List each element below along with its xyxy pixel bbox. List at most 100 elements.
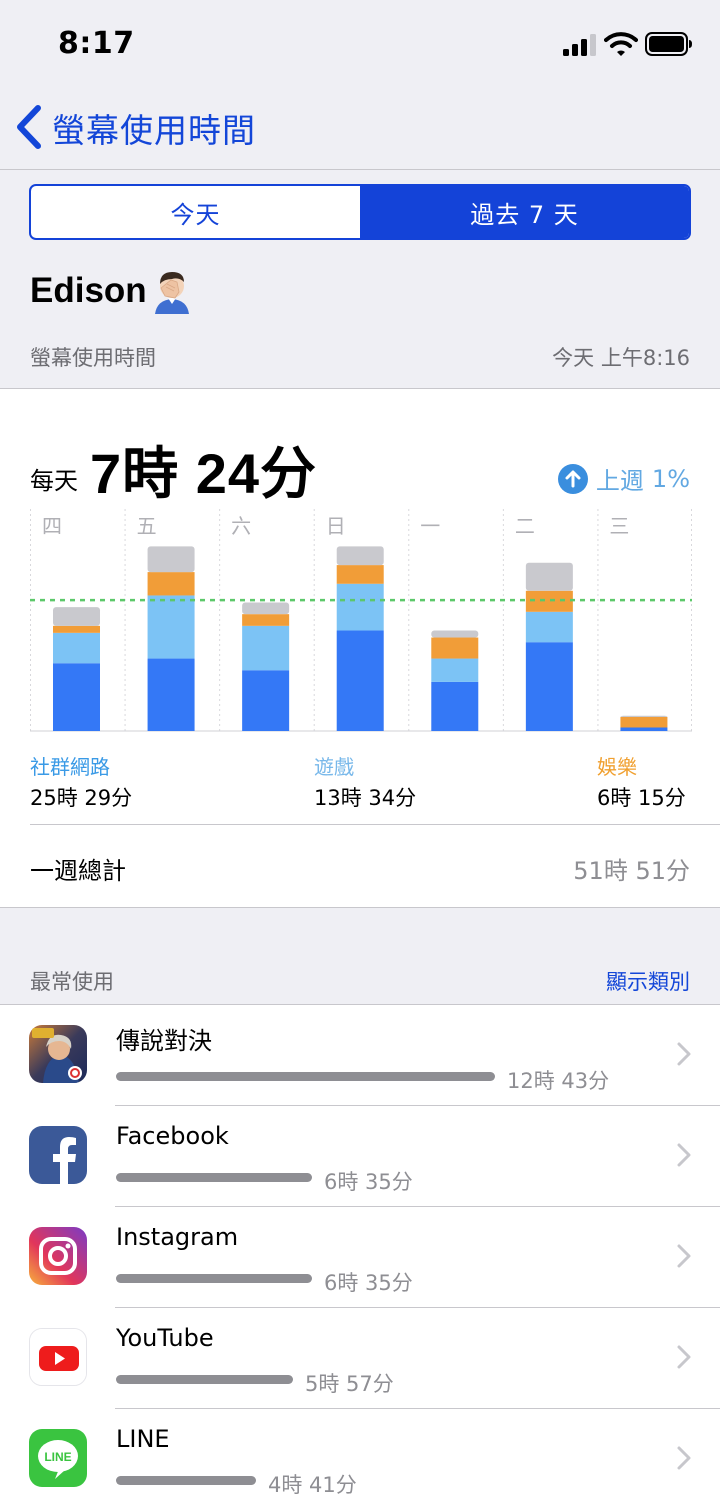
daily-usage-chart: 四五六日一二三 xyxy=(30,509,692,732)
bar-segment xyxy=(147,595,195,659)
battery-icon xyxy=(645,32,692,56)
bar-segment xyxy=(620,716,668,728)
app-name: Instagram xyxy=(116,1223,239,1251)
bar-segment xyxy=(147,572,195,596)
category-name: 社群網路 xyxy=(30,755,110,779)
chevron-right-icon xyxy=(677,1244,691,1268)
app-name: 傳說對決 xyxy=(116,1027,212,1055)
show-categories-button[interactable]: 顯示類別 xyxy=(606,966,690,996)
usage-time: 6時 35分 xyxy=(324,1271,413,1295)
usage-time: 4時 41分 xyxy=(268,1473,357,1497)
youtube-icon xyxy=(29,1328,87,1386)
usage-time: 6時 35分 xyxy=(324,1170,413,1194)
usage-bar xyxy=(116,1072,495,1081)
bar-segment xyxy=(53,625,100,633)
usage-bar xyxy=(116,1274,312,1283)
svg-text:LINE: LINE xyxy=(44,1450,71,1464)
most-used-app-list: 傳說對決 12時 43分 Facebook 6時 35分 Instagram 6… xyxy=(0,1004,720,1511)
line-icon: LINE xyxy=(29,1429,87,1487)
day-label: 一 xyxy=(420,514,440,538)
arena-of-valor-icon xyxy=(29,1025,87,1083)
usage-bar xyxy=(116,1173,312,1182)
usage-bar xyxy=(116,1375,293,1384)
usage-time: 5時 57分 xyxy=(305,1372,394,1396)
user-name: Edison xyxy=(30,271,147,310)
day-label: 五 xyxy=(137,514,157,538)
category-time: 6時 15分 xyxy=(597,786,686,810)
section-header-screen-time: 螢幕使用時間 xyxy=(30,346,156,370)
usage-bar xyxy=(116,1476,256,1485)
trend-percent: 1% xyxy=(651,464,690,493)
usage-summary-card[interactable]: 每天 7時 24分 上週 1% 四 五 六 日 一 二 三 社群網路 25時 29分 遊戲 … xyxy=(0,388,720,908)
day-label: 日 xyxy=(326,514,346,538)
bar-segment xyxy=(620,715,668,717)
facebook-icon xyxy=(29,1126,87,1184)
facepalm-emoji-avatar xyxy=(154,272,189,314)
period-segmented-control: 今天 過去 7 天 xyxy=(29,184,691,240)
bar-segment xyxy=(431,637,479,659)
device-owner: Edison xyxy=(30,268,195,314)
week-total-value: 51時 51分 xyxy=(573,857,690,885)
bar-segment xyxy=(242,670,290,731)
bar-segment xyxy=(620,727,668,731)
app-row[interactable]: Facebook 6時 35分 xyxy=(0,1106,720,1207)
tab-last-7-days[interactable]: 過去 7 天 xyxy=(360,186,689,238)
bar-segment xyxy=(242,602,290,615)
cellular-signal-icon xyxy=(563,34,596,56)
bar-segment xyxy=(431,658,479,682)
bar-segment xyxy=(431,681,479,731)
section-header-most-used: 最常使用 xyxy=(30,970,114,994)
category-social: 社群網路 25時 29分 xyxy=(30,751,132,812)
wifi-icon xyxy=(604,32,638,56)
back-chevron-icon[interactable] xyxy=(14,104,44,150)
app-row[interactable]: 傳說對決 12時 43分 xyxy=(0,1005,720,1106)
app-name: LINE xyxy=(116,1425,170,1453)
app-name: Facebook xyxy=(116,1122,229,1150)
status-bar: 8:17 xyxy=(0,0,720,88)
category-time: 25時 29分 xyxy=(30,786,133,810)
category-name: 遊戲 xyxy=(314,755,354,779)
chevron-right-icon xyxy=(677,1042,691,1066)
category-name: 娛樂 xyxy=(597,755,637,779)
bar-segment xyxy=(147,546,195,573)
chevron-right-icon xyxy=(677,1345,691,1369)
back-button[interactable]: 螢幕使用時間 xyxy=(52,104,256,152)
status-time: 8:17 xyxy=(58,26,135,61)
bar-segment xyxy=(336,546,384,566)
chevron-right-icon xyxy=(677,1446,691,1470)
bar-segment xyxy=(53,632,100,664)
bar-segment xyxy=(53,607,100,626)
app-row[interactable]: Instagram 6時 35分 xyxy=(0,1207,720,1308)
arrow-up-circle-icon xyxy=(557,463,588,494)
bar-segment xyxy=(525,562,573,591)
app-name: YouTube xyxy=(116,1324,214,1352)
chevron-right-icon xyxy=(677,1143,691,1167)
bar-segment xyxy=(431,630,479,638)
bar-segment xyxy=(336,583,384,631)
trend-label: 上週 xyxy=(595,467,644,495)
divider xyxy=(30,824,720,825)
weekly-trend: 上週 1% xyxy=(557,461,690,496)
day-label: 三 xyxy=(609,514,629,538)
updated-timestamp: 今天 上午8:16 xyxy=(552,346,690,370)
app-row[interactable]: YouTube 5時 57分 xyxy=(0,1308,720,1409)
bar-segment xyxy=(53,663,100,731)
bar-segment xyxy=(336,630,384,731)
bar-segment xyxy=(242,625,290,671)
day-label: 四 xyxy=(42,514,62,538)
navigation-bar: 螢幕使用時間 xyxy=(0,88,720,170)
instagram-icon xyxy=(29,1227,87,1285)
bar-segment xyxy=(525,611,573,643)
bar-segment xyxy=(525,642,573,731)
daily-average-value: 7時 24分 xyxy=(90,442,317,505)
bar-segment xyxy=(147,658,195,731)
category-entertainment: 娛樂 6時 15分 xyxy=(597,751,686,812)
bar-segment xyxy=(242,614,290,626)
bar-segment xyxy=(336,565,384,584)
week-total-label: 一週總計 xyxy=(30,857,126,885)
daily-average-prefix: 每天 xyxy=(30,467,78,495)
tab-today[interactable]: 今天 xyxy=(31,186,360,238)
app-row[interactable]: LINE LINE 4時 41分 xyxy=(0,1409,720,1510)
day-label: 六 xyxy=(231,514,251,538)
usage-time: 12時 43分 xyxy=(507,1069,610,1093)
